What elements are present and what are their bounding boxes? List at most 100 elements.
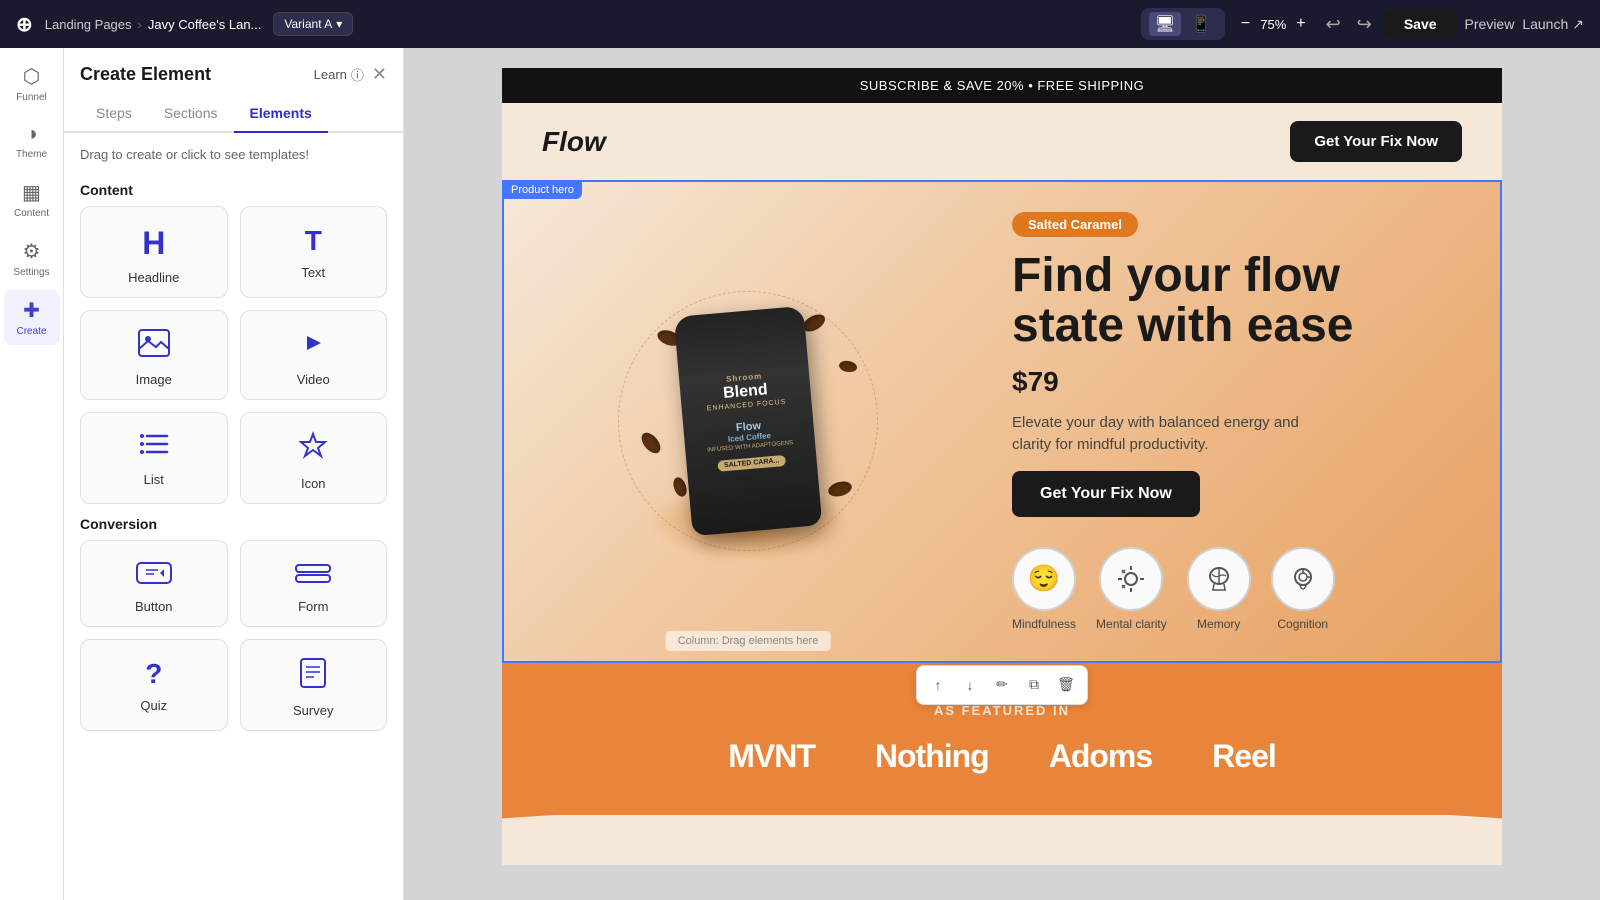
content-icon: ▦ [22,180,41,205]
canvas-area: SUBSCRIBE & SAVE 20% • FREE SHIPPING Flo… [404,48,1600,900]
product-can: Shroom Blend ENHANCED FOCUS Flow Iced Co… [674,306,823,536]
featured-logo-adoms: Adoms [1049,738,1152,775]
element-label: Form [298,599,328,614]
variant-label: Variant A [284,17,332,31]
element-headline[interactable]: H Headline [80,206,228,298]
element-label: Text [301,265,325,280]
preview-button[interactable]: Preview [1465,16,1515,32]
element-label: Headline [128,270,179,285]
featured-logo-nothing: Nothing [875,738,989,775]
tab-elements[interactable]: Elements [234,97,328,133]
element-survey[interactable]: Survey [240,639,388,731]
learn-label: Learn [314,67,347,82]
delete-btn[interactable]: 🗑 [1051,670,1081,700]
panel-header: Create Element Learn ⓘ ✕ [64,48,403,85]
edit-btn[interactable]: ✏ [987,670,1017,700]
launch-button[interactable]: Launch ↗ [1522,16,1584,33]
desktop-device-btn[interactable]: 🖥 [1149,12,1181,36]
element-label: Survey [293,703,333,718]
undo-btn[interactable]: ↩ [1322,10,1345,39]
sidebar-item-funnel[interactable]: ⬡ Funnel [4,56,60,111]
variant-selector[interactable]: Variant A ▾ [273,12,353,36]
panel-tabs: Steps Sections Elements [64,97,403,133]
element-label: List [144,472,164,487]
sidebar-item-create[interactable]: ✚ Create [4,290,60,345]
close-button[interactable]: ✕ [372,64,387,85]
memory-icon [1187,547,1251,611]
element-image[interactable]: Image [80,310,228,400]
breadcrumb-current[interactable]: Javy Coffee's Lan... [148,17,262,32]
list-icon [139,431,169,464]
drag-hint: Column: Drag elements here [666,631,831,651]
duplicate-btn[interactable]: ⧉ [1019,670,1049,700]
benefit-label: Memory [1197,617,1240,631]
hero-cta-button[interactable]: Get Your Fix Now [1012,471,1200,517]
sidebar-item-label: Content [14,208,49,219]
form-icon [295,559,331,591]
breadcrumb-root[interactable]: Landing Pages [45,17,132,32]
element-button[interactable]: Button [80,540,228,627]
chevron-down-icon: ▾ [336,17,342,31]
redo-btn[interactable]: ↪ [1353,10,1376,39]
logo-icon: ⊕ [16,12,33,37]
save-button[interactable]: Save [1384,9,1457,39]
canvas-inner: SUBSCRIBE & SAVE 20% • FREE SHIPPING Flo… [502,68,1502,880]
mobile-device-btn[interactable]: 📱 [1185,12,1217,36]
sidebar-item-label: Funnel [16,92,47,103]
panel-scroll: Drag to create or click to see templates… [64,133,403,900]
create-icon: ✚ [23,298,40,323]
move-down-btn[interactable]: ↓ [955,670,985,700]
hero-price: $79 [1012,366,1460,398]
breadcrumb: Landing Pages › Javy Coffee's Lan... [45,17,262,32]
tab-steps[interactable]: Steps [80,97,148,133]
sidebar-icons: ⬡ Funnel ◑ Theme ▦ Content ⚙ Settings ✚ … [0,48,64,900]
device-group: 🖥 📱 [1141,8,1225,40]
launch-label: Launch [1522,16,1568,32]
element-form[interactable]: Form [240,540,388,627]
element-label: Icon [301,476,326,491]
panel-subtitle: Drag to create or click to see templates… [64,133,403,170]
conversion-elements-grid: Button Form ? Quiz Survey [64,540,403,731]
benefit-label: Mental clarity [1096,617,1167,631]
hero-title-line1: Find your flow [1012,249,1340,302]
hero-right-column: Salted Caramel Find your flow state with… [992,182,1500,661]
header-cta-button[interactable]: Get Your Fix Now [1290,121,1462,162]
launch-arrow-icon: ↗ [1572,16,1584,33]
zoom-value: 75% [1260,17,1286,32]
tab-sections[interactable]: Sections [148,97,234,133]
element-list[interactable]: List [80,412,228,504]
benefit-cognition: Cognition [1271,547,1335,631]
breadcrumb-separator: › [138,17,142,32]
learn-button[interactable]: Learn ⓘ [314,65,364,84]
element-label: Video [297,372,330,387]
brand-logo: Flow [542,126,606,158]
zoom-out-btn[interactable]: − [1237,15,1254,33]
benefits-row: 😌 Mindfulness Mental clarity [1012,547,1460,631]
main-layout: ⬡ Funnel ◑ Theme ▦ Content ⚙ Settings ✚ … [0,48,1600,900]
can-name: Blend [723,383,769,403]
element-quiz[interactable]: ? Quiz [80,639,228,731]
element-video[interactable]: Video [240,310,388,400]
sidebar-item-settings[interactable]: ⚙ Settings [4,231,60,286]
sidebar-item-theme[interactable]: ◑ Theme [4,115,60,168]
benefit-label: Mindfulness [1012,617,1076,631]
text-icon: T [305,225,322,257]
hero-inner: Shroom Blend ENHANCED FOCUS Flow Iced Co… [504,182,1500,661]
element-text[interactable]: T Text [240,206,388,298]
quiz-icon: ? [145,658,162,690]
wave-decoration [502,815,1502,865]
hero-left-column[interactable]: Shroom Blend ENHANCED FOCUS Flow Iced Co… [504,182,992,661]
sidebar-item-content[interactable]: ▦ Content [4,172,60,227]
benefit-mindfulness: 😌 Mindfulness [1012,547,1076,631]
move-up-btn[interactable]: ↑ [923,670,953,700]
zoom-group: − 75% + [1237,15,1310,33]
element-label: Quiz [140,698,167,713]
page-header: Flow Get Your Fix Now [502,103,1502,180]
zoom-in-btn[interactable]: + [1292,15,1309,33]
element-icon[interactable]: Icon [240,412,388,504]
content-section-title: Content [64,170,403,206]
headline-icon: H [142,225,165,262]
product-badge: Salted Caramel [1012,212,1138,237]
sidebar-item-label: Settings [13,267,49,278]
announcement-bar: SUBSCRIBE & SAVE 20% • FREE SHIPPING [502,68,1502,103]
